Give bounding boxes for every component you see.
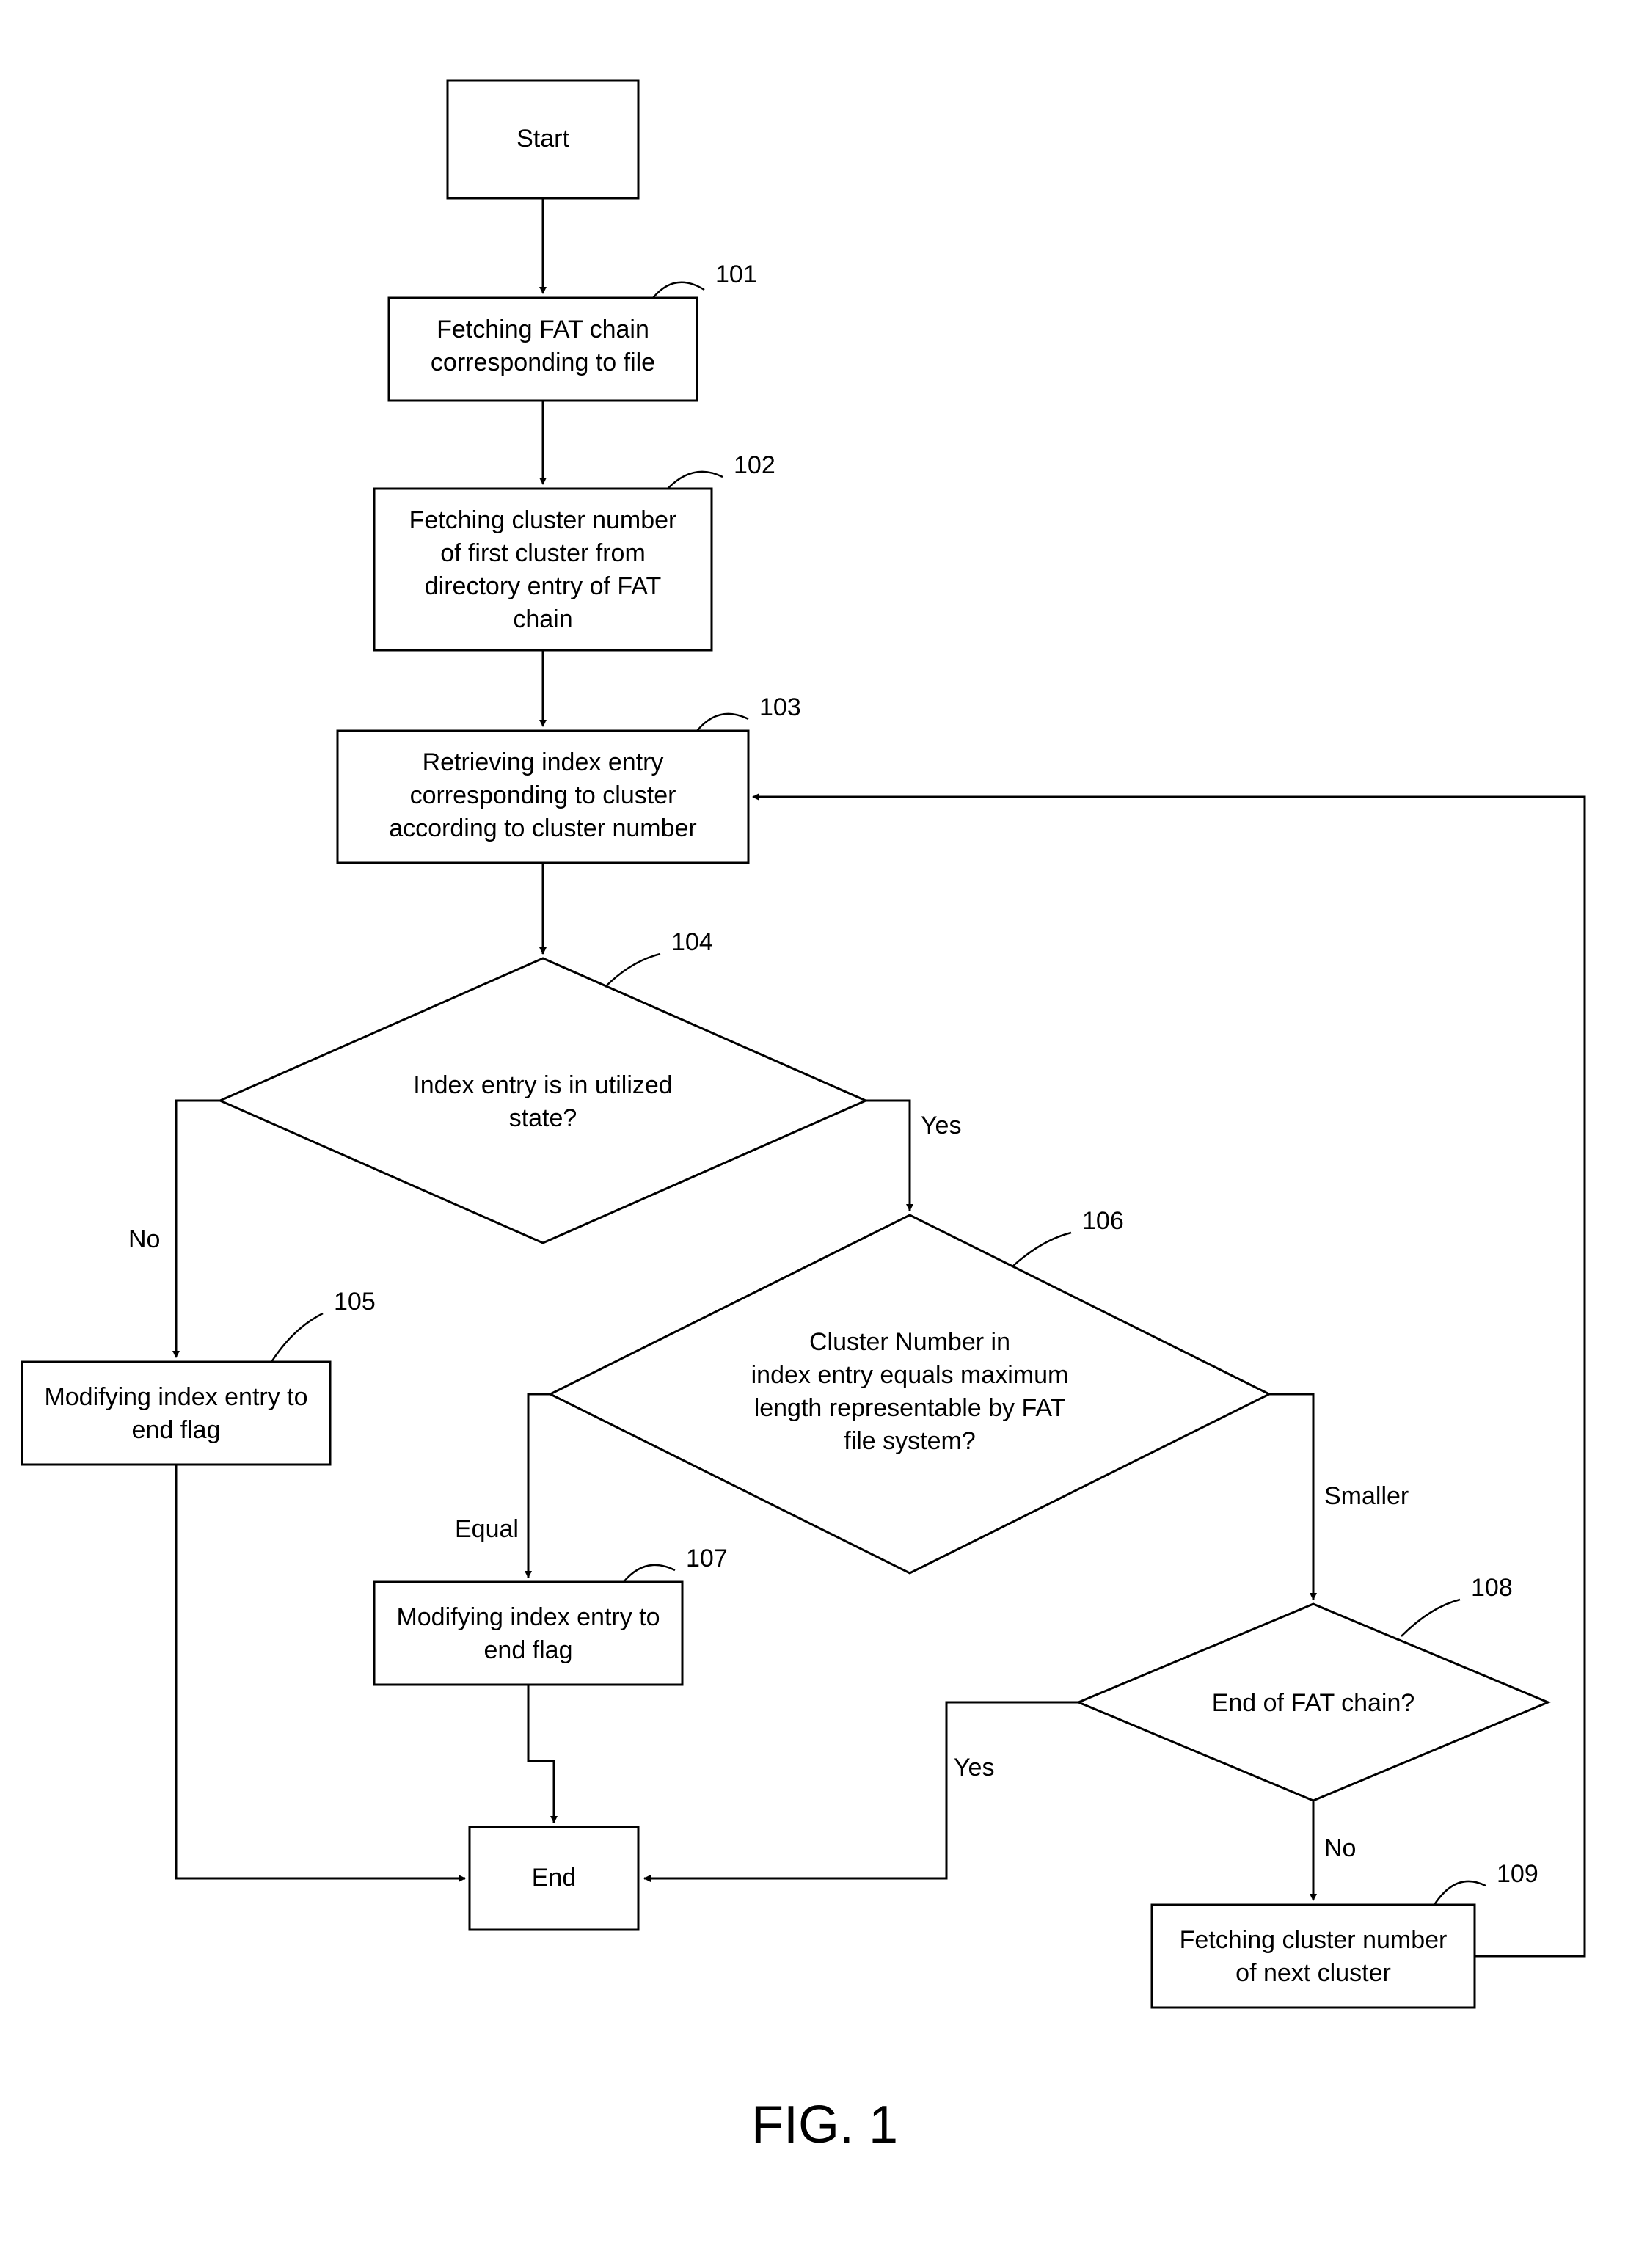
ref-107: 107 [686,1545,728,1572]
node-106-line4: file system? [844,1427,976,1455]
edge-106-equal [528,1394,550,1578]
ref-104: 104 [671,928,713,956]
edge-108-yes [644,1702,1078,1878]
edge-104-no-label: No [128,1225,160,1253]
ref-101: 101 [715,260,757,288]
node-104-line2: state? [509,1104,577,1132]
node-109 [1152,1905,1475,2008]
node-102-line4: chain [513,605,572,633]
edge-104-yes-label: Yes [921,1112,961,1140]
leader-103 [697,714,748,731]
node-103-line3: according to cluster number [389,814,697,842]
node-105 [22,1362,330,1465]
figure-caption: FIG. 1 [751,2096,898,2154]
edge-104-yes [866,1101,910,1211]
node-102-line3: directory entry of FAT [425,572,661,600]
ref-106: 106 [1082,1207,1124,1235]
node-107 [374,1582,682,1685]
ref-108: 108 [1471,1574,1513,1602]
node-109-line2: of next cluster [1235,1959,1391,1987]
leader-108 [1401,1600,1460,1636]
end-label: End [532,1864,577,1892]
node-102-line2: of first cluster from [440,539,646,567]
node-107-line2: end flag [484,1636,573,1664]
node-103-line2: corresponding to cluster [410,781,676,809]
ref-103: 103 [759,693,801,721]
node-102-line1: Fetching cluster number [409,506,677,534]
leader-104 [605,954,660,987]
node-101-line2: corresponding to file [431,349,655,376]
node-101-line1: Fetching FAT chain [437,316,649,343]
node-104 [220,958,866,1243]
start-label: Start [516,125,569,153]
leader-109 [1434,1881,1486,1905]
node-108-line1: End of FAT chain? [1212,1689,1415,1717]
leader-107 [624,1565,675,1582]
node-104-line1: Index entry is in utilized [413,1071,672,1099]
node-103-line1: Retrieving index entry [423,748,664,776]
node-105-line2: end flag [132,1416,221,1444]
edge-106-smaller-label: Smaller [1324,1482,1409,1510]
node-106-line2: index entry equals maximum [751,1361,1069,1389]
flowchart: Start Fetching FAT chain corresponding t… [0,0,1650,2268]
edge-106-smaller [1269,1394,1313,1600]
node-106-line1: Cluster Number in [809,1328,1010,1356]
ref-102: 102 [734,451,775,479]
node-109-line1: Fetching cluster number [1180,1926,1448,1954]
edge-108-no-label: No [1324,1834,1356,1862]
node-107-line1: Modifying index entry to [396,1603,660,1631]
edge-108-yes-label: Yes [954,1754,994,1782]
edge-104-no [176,1101,220,1357]
leader-102 [668,472,723,489]
node-106-line3: length representable by FAT [754,1394,1066,1422]
ref-109: 109 [1497,1860,1538,1888]
edge-106-equal-label: Equal [455,1515,519,1543]
edge-107-end [528,1685,554,1823]
leader-101 [653,282,704,298]
node-105-line1: Modifying index entry to [44,1383,307,1411]
leader-105 [271,1313,323,1362]
ref-105: 105 [334,1288,376,1316]
leader-106 [1012,1233,1071,1266]
